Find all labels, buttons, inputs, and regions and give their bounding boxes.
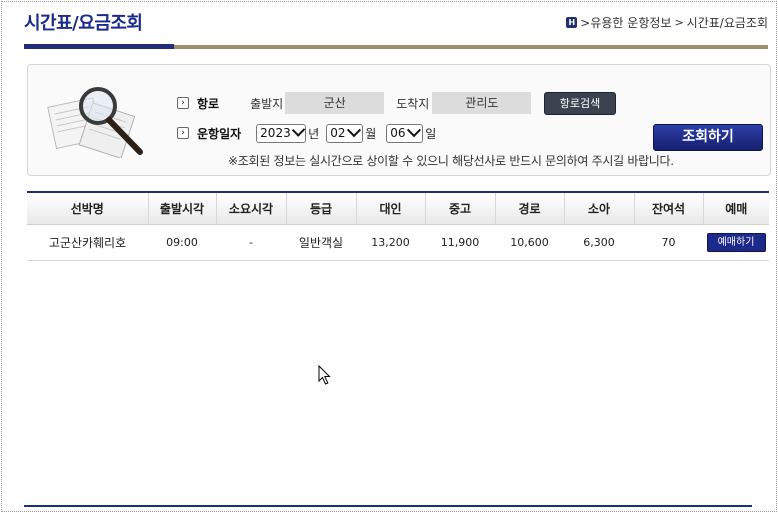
route-search-button[interactable]: 항로검색 [544, 92, 616, 115]
cell-adult: 13,200 [356, 224, 425, 261]
month-unit: 월 [365, 126, 377, 141]
year-unit: 년 [308, 126, 320, 141]
month-value: 02 [330, 126, 346, 140]
cell-child: 6,300 [564, 224, 634, 261]
mouse-cursor-icon [318, 365, 331, 385]
departure-field[interactable]: 군산 [285, 92, 385, 114]
year-select[interactable]: 2023 [256, 123, 307, 143]
cell-teen: 11,900 [425, 224, 495, 261]
chevron-down-icon [406, 123, 421, 138]
month-select[interactable]: 02 [326, 123, 364, 143]
departure-label: 출발지 [250, 96, 284, 111]
title-underline-tan [174, 45, 768, 49]
year-value: 2023 [260, 126, 291, 140]
column-header-ship: 선박명 [27, 193, 149, 225]
chevron-right-icon: › [177, 127, 189, 139]
title-underline-navy [24, 44, 174, 49]
column-header-teen: 중고 [425, 193, 496, 225]
arrival-label: 도착지 [396, 96, 430, 111]
day-unit: 일 [425, 126, 437, 141]
date-row: › 운항일자 2023 년 02 월 06 일 [177, 123, 436, 143]
route-row: › 항로 출발지 군산 도착지 관리도 [177, 92, 532, 114]
column-header-reserve: 예매 [703, 193, 769, 225]
reserve-button[interactable]: 예매하기 [706, 232, 766, 252]
column-header-senior: 경로 [495, 193, 565, 225]
bottom-border [24, 505, 752, 507]
cell-remaining: 70 [634, 224, 703, 261]
breadcrumb-item-current: 시간표/요금조회 [686, 16, 768, 30]
route-label: 항로 [197, 96, 220, 111]
page-title: 시간표/요금조회 [24, 13, 143, 34]
column-header-departure-time: 출발시각 [148, 193, 217, 225]
breadcrumb-item-info[interactable]: >유용한 운항정보 [580, 14, 671, 31]
arrival-field[interactable]: 관리도 [432, 92, 532, 114]
column-header-duration: 소요시각 [216, 193, 287, 225]
day-select[interactable]: 06 [386, 123, 424, 143]
day-value: 06 [390, 126, 406, 140]
column-header-child: 소아 [564, 193, 635, 225]
cell-duration: - [216, 224, 286, 261]
magnifier-documents-icon [47, 87, 143, 158]
chevron-down-icon [291, 123, 306, 138]
schedule-table: 선박명 출발시각 소요시각 등급 대인 중고 경로 소아 잔여석 예매 고군산카… [27, 193, 769, 261]
chevron-down-icon [346, 123, 361, 138]
notice-text: ※조회된 정보는 실시간으로 상이할 수 있으니 해당선사로 반드시 문의하여 … [228, 154, 674, 168]
cell-departure-time: 09:00 [148, 224, 216, 261]
column-header-remaining: 잔여석 [634, 193, 704, 225]
breadcrumb: H >유용한 운항정보 > 시간표/요금조회 [566, 14, 768, 31]
cell-senior: 10,600 [495, 224, 564, 261]
date-label: 운항일자 [197, 126, 242, 141]
query-button[interactable]: 조회하기 [653, 124, 763, 151]
table-row: 고군산카훼리호 09:00 - 일반객실 13,200 11,900 10,60… [27, 224, 769, 261]
table-header-row: 선박명 출발시각 소요시각 등급 대인 중고 경로 소아 잔여석 예매 [27, 193, 769, 225]
breadcrumb-separator: > [674, 16, 684, 29]
column-header-grade: 등급 [286, 193, 357, 225]
cell-grade: 일반객실 [286, 224, 356, 261]
cell-ship: 고군산카훼리호 [27, 224, 148, 261]
cell-reserve: 예매하기 [703, 224, 769, 261]
home-icon[interactable]: H [566, 17, 578, 28]
chevron-right-icon: › [177, 97, 189, 109]
column-header-adult: 대인 [356, 193, 426, 225]
